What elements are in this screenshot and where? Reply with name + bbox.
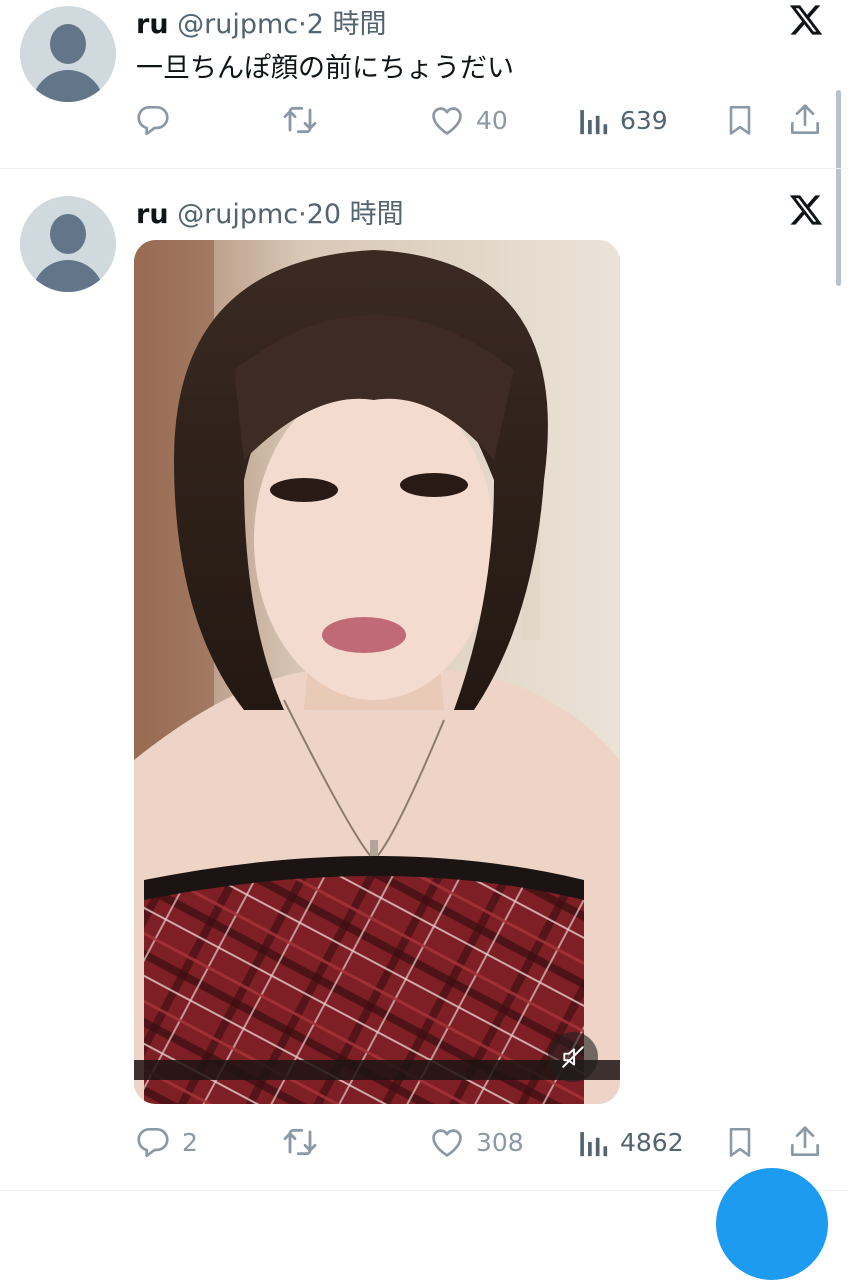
bar-chart-icon <box>580 110 608 135</box>
retweet-icon <box>283 106 317 134</box>
separator-dot: · <box>298 199 307 230</box>
tweet[interactable]: ru @rujpmc·2 時間 一旦ちんぽ顔の前にちょうだい 40 639 <box>0 0 848 168</box>
muted-speaker-icon <box>562 1046 584 1068</box>
share-button[interactable] <box>786 98 824 142</box>
avatar[interactable] <box>20 6 116 102</box>
retweet-button[interactable] <box>280 1120 330 1164</box>
video-frame <box>134 240 620 1104</box>
bar-chart-icon <box>580 1132 608 1157</box>
x-logo-icon[interactable] <box>788 192 824 228</box>
timestamp[interactable]: 20 時間 <box>307 199 404 230</box>
video-media[interactable] <box>134 240 620 1104</box>
x-logo-icon[interactable] <box>788 2 824 38</box>
timestamp[interactable]: 2 時間 <box>307 9 387 40</box>
tweet-header: ru @rujpmc·20 時間 <box>136 192 404 231</box>
bookmark-icon <box>729 105 751 135</box>
tweet-actions: 2 308 4862 <box>134 1120 834 1164</box>
tweet-divider <box>0 168 848 169</box>
like-button[interactable]: 40 <box>428 98 508 142</box>
views-button[interactable]: 4862 <box>576 1120 684 1164</box>
share-icon <box>790 1126 820 1157</box>
view-count: 639 <box>620 105 668 135</box>
like-count: 40 <box>476 105 508 135</box>
tweet-header: ru @rujpmc·2 時間 <box>136 2 387 41</box>
heart-icon <box>432 1129 462 1157</box>
tweet-actions: 40 639 <box>134 98 834 142</box>
reply-button[interactable] <box>134 98 182 142</box>
compose-fab-button[interactable] <box>716 1168 828 1280</box>
user-handle[interactable]: @rujpmc <box>177 9 298 40</box>
tweet-divider <box>0 1190 848 1191</box>
bookmark-button[interactable] <box>722 98 758 142</box>
like-button[interactable]: 308 <box>428 1120 524 1164</box>
reply-icon <box>137 1127 169 1158</box>
avatar[interactable] <box>20 196 116 292</box>
reply-icon <box>137 105 169 136</box>
mute-toggle-button[interactable] <box>548 1032 598 1082</box>
display-name[interactable]: ru <box>136 9 169 40</box>
reply-count: 2 <box>182 1127 198 1157</box>
bookmark-button[interactable] <box>722 1120 758 1164</box>
retweet-button[interactable] <box>280 98 330 142</box>
like-count: 308 <box>476 1127 524 1157</box>
tweet-text: 一旦ちんぽ顔の前にちょうだい <box>136 53 514 84</box>
display-name[interactable]: ru <box>136 199 169 230</box>
separator-dot: · <box>298 9 307 40</box>
bookmark-icon <box>729 1127 751 1157</box>
share-button[interactable] <box>786 1120 824 1164</box>
share-icon <box>790 104 820 135</box>
views-button[interactable]: 639 <box>576 98 668 142</box>
reply-button[interactable]: 2 <box>134 1120 198 1164</box>
heart-icon <box>432 107 462 135</box>
user-handle[interactable]: @rujpmc <box>177 199 298 230</box>
retweet-icon <box>283 1128 317 1156</box>
view-count: 4862 <box>620 1127 684 1157</box>
